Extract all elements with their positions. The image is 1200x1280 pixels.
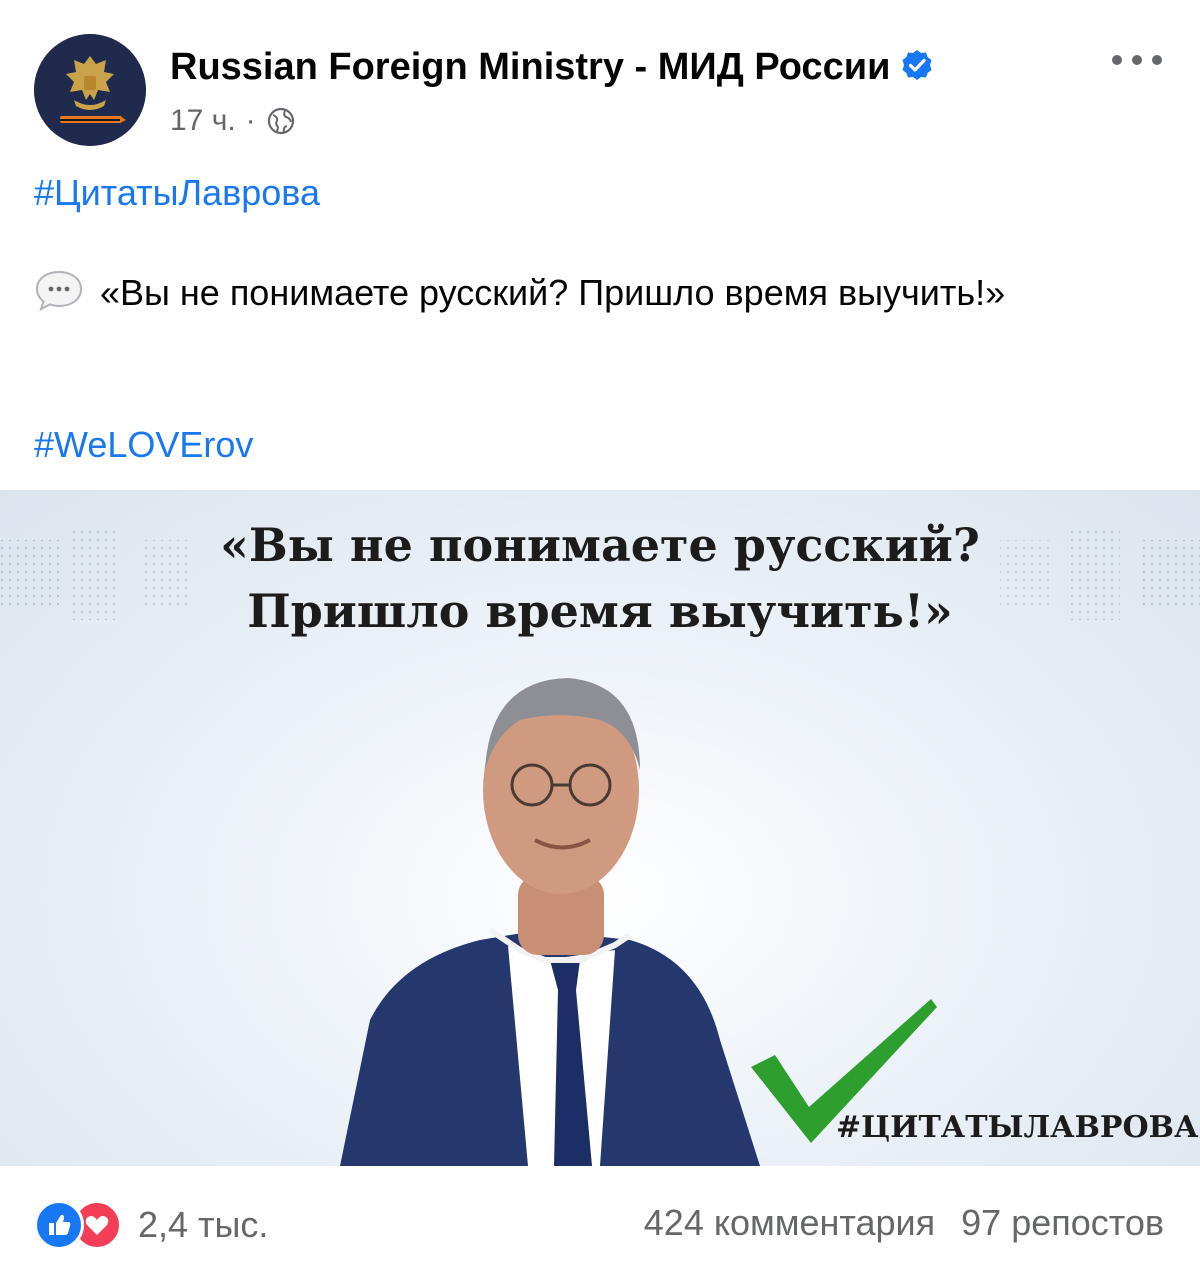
like-icon [34,1200,84,1250]
reactions-summary[interactable]: 2,4 тыс. [34,1200,268,1250]
post-meta: 17 ч. · [170,104,296,138]
meta-separator: · [245,104,256,137]
hashtag-link-citaty[interactable]: #ЦитатыЛаврова [34,168,320,218]
image-quote: «Вы не понимаете русский? Пришло время в… [0,512,1200,644]
quote-text: «Вы не понимаете русский? Пришло время в… [100,272,1006,313]
more-options-icon[interactable] [1112,50,1162,70]
avatar[interactable] [34,34,146,146]
image-quote-line2: Пришло время выучить!» [247,584,953,638]
post-footer: 2,4 тыс. 424 комментария 97 репостов [0,1166,1200,1280]
speech-bubble-icon [34,269,84,313]
post-quote: «Вы не понимаете русский? Пришло время в… [34,268,1164,318]
reaction-count: 2,4 тыс. [138,1204,269,1245]
hashtag-link-welove[interactable]: #WeLOVErov [34,420,253,470]
image-hashtag: #ЦИТАТЫЛАВРОВА [836,1110,1199,1145]
coat-of-arms-icon [34,34,146,146]
post-image[interactable]: «Вы не понимаете русский? Пришло время в… [0,490,1200,1166]
engagement-stats: 424 комментария 97 репостов [644,1202,1164,1244]
page-name[interactable]: Russian Foreign Ministry - МИД России [170,46,934,89]
author-name[interactable]: Russian Foreign Ministry - МИД России [170,46,890,88]
comments-count[interactable]: 424 комментария [644,1202,935,1243]
image-quote-line1: «Вы не понимаете русский? [220,518,980,572]
verified-badge-icon [900,48,934,82]
post-timestamp[interactable]: 17 ч. [170,104,236,138]
globe-icon [266,106,296,136]
post-header: Russian Foreign Ministry - МИД России 17… [0,0,1200,160]
person-photo [340,678,760,1166]
shares-count[interactable]: 97 репостов [961,1202,1164,1243]
